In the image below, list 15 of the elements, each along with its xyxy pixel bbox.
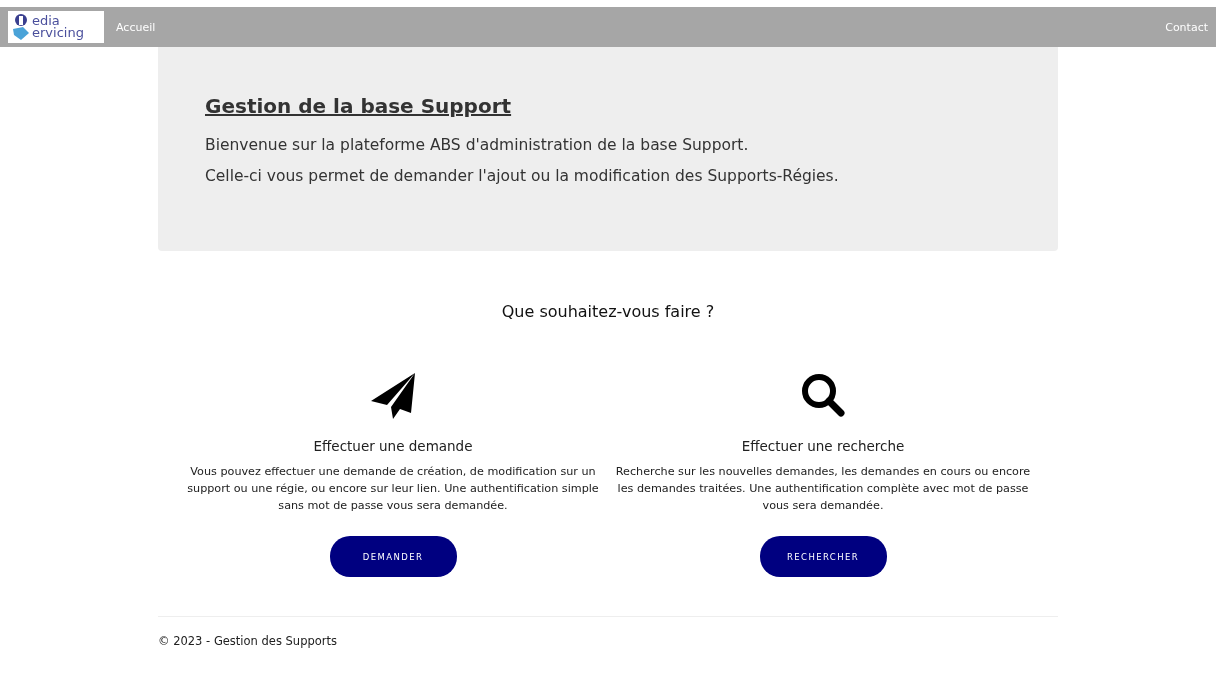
action-description: Vous pouvez effectuer une demande de création, de modification sur un support ou une régie, ou encore sur leur lien. Une authentification simple sans mot de passe vous sera demandée.: [186, 464, 600, 514]
action-button[interactable]: DEMANDER: [329, 536, 457, 577]
action-button[interactable]: RECHERCHER: [759, 536, 887, 577]
logo-icon: [11, 13, 31, 41]
question-text: Que souhaitez-vous faire ?: [500, 302, 716, 321]
intro-text: Bienvenue sur la plateforme ABS d'administration de la base Support.: [205, 136, 750, 154]
footer-text: © 2023 - Gestion des Supports: [158, 634, 339, 648]
intro-text: Celle-ci vous permet de demander l'ajout ou la modification des Supports-Régies.: [205, 167, 840, 185]
action-title: Effectuer une recherche: [741, 438, 905, 454]
page-title: Gestion de la base Support: [205, 94, 513, 118]
logo-text: ervicing: [32, 27, 84, 39]
logo-text: edia: [32, 15, 60, 27]
action-description: Recherche sur les nouvelles demandes, les demandes en cours ou encore les demandes traitées. Une authentification complète avec mot de passe vous sera demandée.: [614, 464, 1032, 514]
action-title: Effectuer une demande: [313, 438, 473, 454]
logo[interactable]: edia ervicing: [8, 11, 104, 43]
